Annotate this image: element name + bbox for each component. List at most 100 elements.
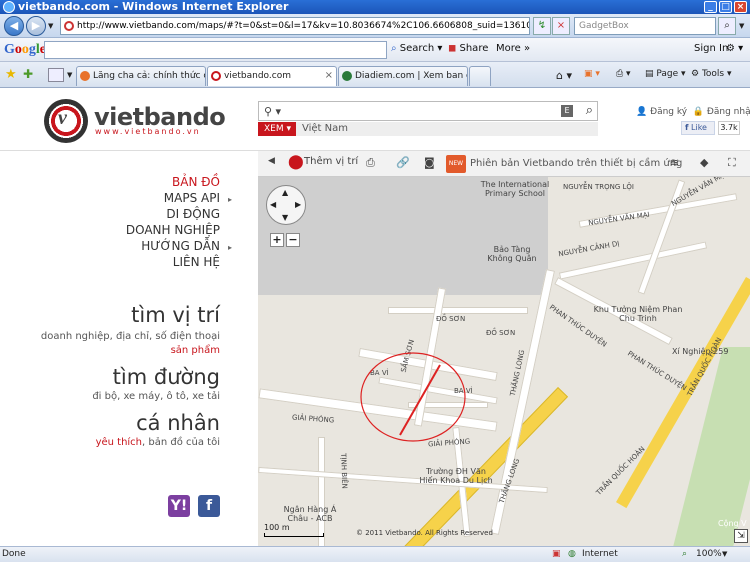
search-icon[interactable]: ⌕ <box>718 17 736 35</box>
tools-menu[interactable]: ⚙ Tools ▾ <box>691 69 732 79</box>
pan-left-icon[interactable]: ◀ <box>270 200 276 209</box>
find-route-title[interactable]: tìm đường <box>113 365 220 389</box>
find-place-title[interactable]: tìm vị trí <box>131 303 220 327</box>
url-input[interactable]: http://www.vietbando.com/maps/#?t=0&st=0… <box>60 17 530 35</box>
auth-links: 👤 Đăng ký 🔒 Đăng nhập <box>636 107 750 117</box>
map-search-input[interactable]: ⚲ ▾ E ⌕ <box>258 101 598 121</box>
login-link[interactable]: Đăng nhập <box>707 107 750 117</box>
window-titlebar: vietbando.com - Windows Internet Explore… <box>0 0 750 14</box>
user-icon: 👤 <box>636 107 648 117</box>
collapse-panel-icon[interactable]: ◀ <box>268 156 275 166</box>
zoom-icon[interactable]: ⌕ <box>682 547 687 561</box>
tab-list-icon[interactable]: ▼ <box>67 71 72 79</box>
pan-control[interactable]: ▲ ▼ ◀ ▶ <box>266 185 306 225</box>
zoom-in-button[interactable]: + <box>270 233 284 247</box>
quick-tabs-icon[interactable] <box>48 68 64 82</box>
history-dropdown-icon[interactable]: ▼ <box>48 22 53 30</box>
print-icon[interactable]: ⎙ <box>366 156 375 170</box>
google-toolbar: Google ⌕ Search ▾ ◼ Share More » Sign In… <box>0 38 750 62</box>
search-icon[interactable]: ⌕ <box>586 103 593 118</box>
share-icon: ◼ <box>448 43 457 54</box>
menu-maps-api[interactable]: MAPS API <box>164 191 220 205</box>
chevron-right-icon: ▸ <box>228 243 233 252</box>
share-button[interactable]: ◼ Share <box>448 43 488 54</box>
gear-icon: ⚙ <box>691 69 700 79</box>
home-icon[interactable]: ⌂ ▾ <box>556 69 572 82</box>
close-window-button[interactable]: × <box>734 1 747 13</box>
search-dropdown-icon[interactable]: ▼ <box>739 22 744 30</box>
favorites-link[interactable]: yêu thích <box>96 437 142 448</box>
add-location-button[interactable]: Thêm vị trí <box>304 156 358 167</box>
tab-vietbando[interactable]: vietbando.com × <box>207 66 337 86</box>
view-button[interactable]: XEM ▾ <box>258 122 296 136</box>
highlight-circle <box>360 352 466 442</box>
zoom-dropdown-icon[interactable]: ▼ <box>722 547 727 561</box>
tab-lang-cha-ca[interactable]: Lăng cha cả: chính thức cấm ... <box>76 66 206 86</box>
back-button[interactable]: ◀ <box>4 16 24 36</box>
poi-air-force-museum[interactable]: Bảo Tàng Không Quân <box>484 245 540 263</box>
street-label: ĐỒ SƠN <box>486 329 516 337</box>
menu-lien-he[interactable]: LIÊN HỆ <box>173 255 220 269</box>
security-zone: Internet <box>582 549 618 559</box>
facebook-like-button[interactable]: f Like <box>681 121 715 135</box>
new-badge: NEW <box>446 155 466 173</box>
pan-up-icon[interactable]: ▲ <box>282 188 288 197</box>
poi-phan-chu-trinh-memorial[interactable]: Khu Tưởng Niệm Phan Chu Trinh <box>590 305 686 323</box>
close-tab-icon[interactable]: × <box>325 67 333 85</box>
keyboard-icon[interactable]: E <box>561 105 573 117</box>
compat-view-icon[interactable]: ↯ <box>533 17 551 35</box>
feeds-icon[interactable]: ▣ ▾ <box>584 69 600 79</box>
poi-van-hien-university[interactable]: Trường ĐH Văn Hiến Khoa Du Lịch <box>416 467 496 485</box>
window-title: vietbando.com - Windows Internet Explore… <box>18 0 289 13</box>
pan-down-icon[interactable]: ▼ <box>282 213 288 222</box>
poi-international-school[interactable]: The International Primary School <box>470 180 560 198</box>
menu-doanh-nghiep[interactable]: DOANH NGHIỆP <box>126 223 220 237</box>
zoom-level[interactable]: 100% <box>696 547 722 561</box>
layers-icon[interactable]: ≋ <box>670 156 679 169</box>
lock-icon: 🔒 <box>692 107 705 117</box>
menu-di-dong[interactable]: DI ĐỘNG <box>166 207 220 221</box>
mobile-version-notice[interactable]: Phiên bản Vietbando trên thiết bị cầm ứn… <box>470 158 682 169</box>
road <box>318 437 325 546</box>
ruler-icon[interactable]: ◆ <box>700 156 708 169</box>
url-text: http://www.vietbando.com/maps/#?t=0&st=0… <box>77 21 529 31</box>
google-search-button[interactable]: ⌕ Search ▾ <box>391 43 442 54</box>
minimize-button[interactable]: _ <box>704 1 717 13</box>
print-icon[interactable]: ⎙ ▾ <box>616 69 631 79</box>
forward-button[interactable]: ▶ <box>26 16 46 36</box>
menu-huong-dan[interactable]: HƯỚNG DẪN <box>141 239 220 253</box>
wrench-icon[interactable]: ⚙ ▾ <box>726 43 743 54</box>
poi-acb-bank[interactable]: Ngân Hàng Á Châu - ACB <box>282 505 338 523</box>
page-icon <box>64 21 74 31</box>
personal-title[interactable]: cá nhân <box>136 411 220 435</box>
map-canvas[interactable]: NGUYỄN TRỌNG LỘI NGUYỄN VĂN MẠI NGUYỄN V… <box>258 177 750 546</box>
fullscreen-icon[interactable]: ⛶ <box>728 156 736 170</box>
more-button[interactable]: More » <box>496 43 530 54</box>
facebook-icon[interactable]: f <box>198 495 220 517</box>
favorites-star-icon[interactable]: ★ <box>5 67 17 82</box>
yahoo-icon[interactable]: Y! <box>168 495 190 517</box>
zoom-out-button[interactable]: − <box>286 233 300 247</box>
address-bar: ◀ ▶ ▼ http://www.vietbando.com/maps/#?t=… <box>0 14 750 38</box>
google-search-input[interactable] <box>44 41 387 59</box>
register-link[interactable]: Đăng ký <box>650 107 687 117</box>
page-menu[interactable]: ▤ Page ▾ <box>645 69 686 79</box>
stop-icon[interactable]: × <box>552 17 570 35</box>
location-pin-icon[interactable]: ⚲ ▾ <box>264 105 281 118</box>
search-input[interactable]: GadgetBox <box>574 17 716 35</box>
tab-diadiem[interactable]: Diadiem.com | Xem ban do T... <box>338 66 468 86</box>
link-icon[interactable]: 🔗 <box>396 156 410 169</box>
find-place-desc: doanh nghiệp, địa chỉ, số điện thoại <box>40 331 220 342</box>
logo-v-mark: v <box>58 107 67 129</box>
new-tab-button[interactable] <box>469 66 491 86</box>
products-link[interactable]: sản phẩm <box>171 345 220 356</box>
poi-xi-nghiep-259[interactable]: Xí Nghiệp 259 <box>672 347 728 356</box>
maximize-button[interactable]: □ <box>719 1 732 13</box>
resize-corner-icon[interactable]: ⇲ <box>734 529 748 543</box>
add-favorite-icon[interactable]: ✚ <box>23 67 33 81</box>
sign-in-button[interactable]: Sign In <box>694 43 728 54</box>
pan-right-icon[interactable]: ▶ <box>295 200 301 209</box>
menu-ban-do[interactable]: BẢN ĐỒ <box>172 175 220 189</box>
tab-favicon <box>80 71 90 81</box>
camera-icon[interactable]: ◙ <box>424 156 435 169</box>
